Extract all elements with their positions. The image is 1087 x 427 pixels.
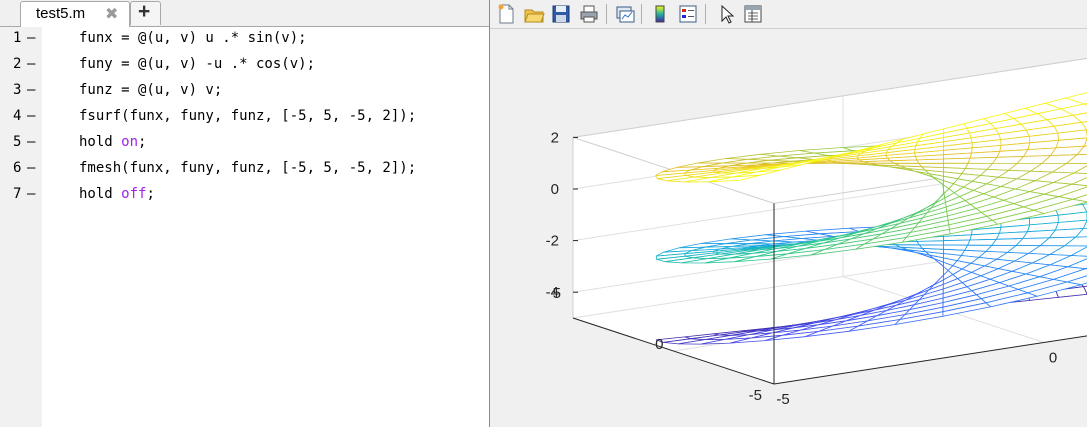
code-line[interactable]: 1 — funx = @(u, v) u .* sin(v); <box>0 30 489 56</box>
code-token: hold <box>79 186 122 202</box>
surface-patch <box>918 244 944 250</box>
code-text: funz = @(u, v) v; <box>79 82 222 98</box>
z-tick-label: 2 <box>551 129 559 146</box>
breakpoint-marker[interactable]: — <box>27 186 35 202</box>
line-number: 7 <box>13 186 22 202</box>
breakpoint-marker[interactable]: — <box>27 134 35 150</box>
code-line[interactable]: 3 — funz = @(u, v) v; <box>0 82 489 108</box>
z-tick-label: 0 <box>551 181 559 198</box>
code-token: ; <box>138 134 147 150</box>
code-token: fmesh(funx, funy, funz, [-5, 5, -5, 2]); <box>79 160 417 176</box>
x-tick-label: 0 <box>1049 350 1057 367</box>
breakpoint-marker[interactable]: — <box>27 108 35 124</box>
tab-test5[interactable]: test5.m ✖ <box>20 1 130 27</box>
tab-label: test5.m <box>36 5 86 22</box>
code-text: funx = @(u, v) u .* sin(v); <box>79 30 307 46</box>
code-line[interactable]: 5 — hold on; <box>0 134 489 160</box>
code-line[interactable]: 7 — hold off; <box>0 186 489 212</box>
code-token: funz = @(u, v) v; <box>79 82 223 98</box>
surface-patch <box>918 162 944 169</box>
y-tick-label: 0 <box>655 336 663 353</box>
plot-axes[interactable]: 20-2-450-5-505 <box>490 0 1087 427</box>
line-number: 4 <box>13 108 22 124</box>
breakpoint-marker[interactable]: — <box>27 56 35 72</box>
code-line[interactable]: 2 — funy = @(u, v) -u .* cos(v); <box>0 56 489 82</box>
line-number: 6 <box>13 160 22 176</box>
surface-patch <box>943 157 971 164</box>
z-tick-label: -2 <box>546 233 559 250</box>
line-number: 1 <box>13 30 22 46</box>
code-line[interactable]: 4 — fsurf(funx, funy, funz, [-5, 5, -5, 2]… <box>0 108 489 134</box>
code-text: hold off; <box>79 186 155 202</box>
plus-icon: + <box>138 0 151 23</box>
new-tab-button[interactable]: + <box>130 0 161 25</box>
code-editor[interactable]: test5.m ✖ + 1 — funx = @(u, v) u .* sin(v)… <box>0 0 489 427</box>
code-token: fsurf(funx, funy, funz, [-5, 5, -5, 2]); <box>79 108 417 124</box>
y-tick-label: 5 <box>553 285 561 302</box>
editor-tab-bar: test5.m ✖ + <box>0 0 489 27</box>
x-tick-label: -5 <box>776 391 789 408</box>
line-number: 2 <box>13 56 22 72</box>
code-token: hold <box>79 134 122 150</box>
breakpoint-marker[interactable]: — <box>27 160 35 176</box>
code-line[interactable]: 6 — fmesh(funx, funy, funz, [-5, 5, -5, 2]… <box>0 160 489 186</box>
figure-window: 20-2-450-5-505 <box>489 0 1087 427</box>
line-number: 5 <box>13 134 22 150</box>
surface-patch <box>943 239 971 246</box>
breakpoint-marker[interactable]: — <box>27 30 35 46</box>
line-number: 3 <box>13 82 22 98</box>
surface-patch <box>967 156 998 164</box>
keyword-token: off <box>121 186 147 202</box>
keyword-token: on <box>121 134 139 150</box>
y-tick-label: -5 <box>749 387 762 404</box>
code-text: fmesh(funx, funy, funz, [-5, 5, -5, 2]); <box>79 160 416 176</box>
code-text: hold on; <box>79 134 146 150</box>
breakpoint-marker[interactable]: — <box>27 82 35 98</box>
code-token: ; <box>146 186 155 202</box>
code-text: funy = @(u, v) -u .* cos(v); <box>79 56 315 72</box>
code-token: funx = @(u, v) u .* sin(v); <box>79 30 307 46</box>
code-token: funy = @(u, v) -u .* cos(v); <box>79 56 316 72</box>
close-tab-icon[interactable]: ✖ <box>105 4 118 24</box>
code-text: fsurf(funx, funy, funz, [-5, 5, -5, 2]); <box>79 108 416 124</box>
